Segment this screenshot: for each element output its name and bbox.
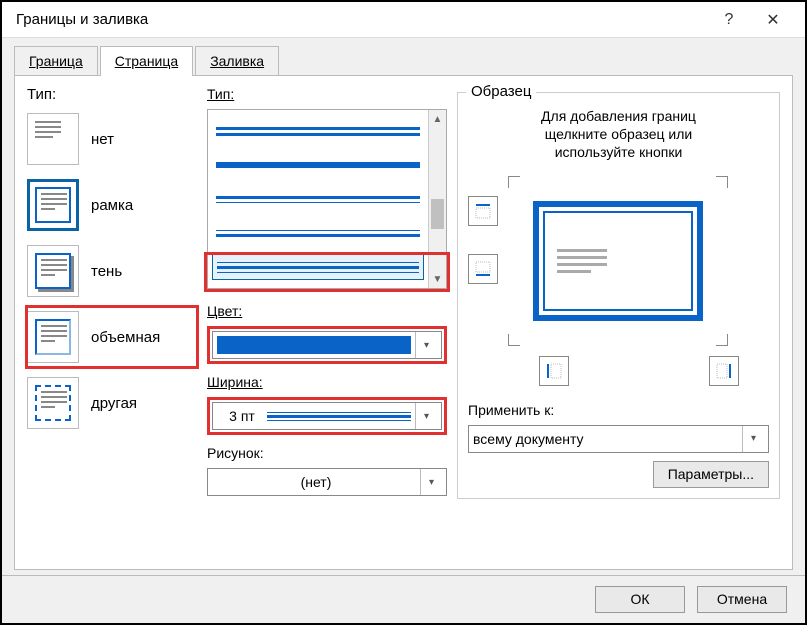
width-value: 3 пт	[217, 408, 267, 424]
type-custom-label: другая	[91, 395, 137, 412]
width-label: Ширина:	[207, 374, 447, 391]
border-left-icon	[545, 362, 563, 380]
preview-hint: Для добавления границ щелкните образец и…	[468, 107, 769, 162]
page-preview-box	[533, 201, 703, 321]
art-label: Рисунок:	[207, 445, 447, 462]
apply-to-label: Применить к:	[468, 402, 769, 419]
type-option-box[interactable]: рамка	[27, 175, 197, 235]
color-swatch	[217, 336, 411, 354]
type-option-none[interactable]: нет	[27, 109, 197, 169]
line-style-item[interactable]	[212, 186, 424, 212]
style-scrollbar[interactable]: ▲ ▼	[428, 110, 446, 288]
edge-right-button[interactable]	[709, 356, 739, 386]
dialog-footer: ОК Отмена	[2, 575, 805, 623]
ok-button[interactable]: ОК	[595, 586, 685, 613]
preview-legend: Образец	[466, 83, 536, 100]
chevron-down-icon: ▾	[415, 332, 437, 358]
edge-top-button[interactable]	[468, 196, 498, 226]
window-title: Границы и заливка	[16, 11, 707, 28]
close-button[interactable]: ✕	[751, 5, 795, 35]
apply-to-dropdown[interactable]: всему документу ▾	[468, 425, 769, 453]
edge-bottom-button[interactable]	[468, 254, 498, 284]
preview-group: Образец Для добавления границ щелкните о…	[457, 92, 780, 499]
scroll-up-icon[interactable]: ▲	[429, 110, 446, 128]
options-button[interactable]: Параметры...	[653, 461, 769, 488]
tab-border[interactable]: Граница	[14, 46, 98, 76]
scroll-down-icon[interactable]: ▼	[429, 270, 446, 288]
type-column: Тип: нет рамка тень	[27, 86, 197, 559]
type-custom-icon	[27, 377, 79, 429]
line-style-item[interactable]	[212, 220, 424, 246]
color-label: Цвет:	[207, 303, 447, 320]
tab-strip: Граница Страница Заливка	[2, 38, 805, 76]
type-option-3d[interactable]: объемная	[27, 307, 197, 367]
chevron-down-icon: ▾	[420, 469, 442, 495]
type-none-label: нет	[91, 131, 114, 148]
tab-page[interactable]: Страница	[100, 46, 193, 76]
apply-to-value: всему документу	[473, 431, 584, 447]
color-dropdown[interactable]: ▾	[212, 331, 442, 359]
type-box-label: рамка	[91, 197, 133, 214]
titlebar: Границы и заливка ? ✕	[2, 2, 805, 38]
help-button[interactable]: ?	[707, 5, 751, 35]
line-style-item-selected[interactable]	[212, 254, 424, 280]
style-label: Тип:	[207, 86, 447, 103]
borders-shading-dialog: Границы и заливка ? ✕ Граница Страница З…	[0, 0, 807, 625]
width-dropdown[interactable]: 3 пт ▾	[212, 402, 442, 430]
type-shadow-label: тень	[91, 263, 122, 280]
scroll-thumb[interactable]	[431, 199, 444, 229]
type-box-icon	[27, 179, 79, 231]
edge-left-button[interactable]	[539, 356, 569, 386]
art-dropdown[interactable]: (нет) ▾	[207, 468, 447, 496]
art-value: (нет)	[212, 474, 420, 490]
width-preview-icon	[267, 412, 411, 421]
line-style-item[interactable]	[212, 152, 424, 178]
page-preview[interactable]	[508, 176, 728, 346]
tab-shading[interactable]: Заливка	[195, 46, 279, 76]
border-bottom-icon	[474, 260, 492, 278]
line-style-item[interactable]	[212, 118, 424, 144]
type-shadow-icon	[27, 245, 79, 297]
cancel-button[interactable]: Отмена	[697, 586, 787, 613]
style-column: Тип: ▲ ▼	[207, 86, 447, 559]
type-label: Тип:	[27, 86, 197, 103]
type-3d-label: объемная	[91, 329, 160, 346]
border-right-icon	[715, 362, 733, 380]
type-none-icon	[27, 113, 79, 165]
chevron-down-icon: ▾	[415, 403, 437, 429]
dialog-body: Тип: нет рамка тень	[14, 75, 793, 570]
border-top-icon	[474, 202, 492, 220]
line-style-list[interactable]: ▲ ▼	[207, 109, 447, 289]
chevron-down-icon: ▾	[742, 426, 764, 452]
type-option-custom[interactable]: другая	[27, 373, 197, 433]
type-option-shadow[interactable]: тень	[27, 241, 197, 301]
preview-column: Образец Для добавления границ щелкните о…	[457, 86, 780, 559]
type-3d-icon	[27, 311, 79, 363]
